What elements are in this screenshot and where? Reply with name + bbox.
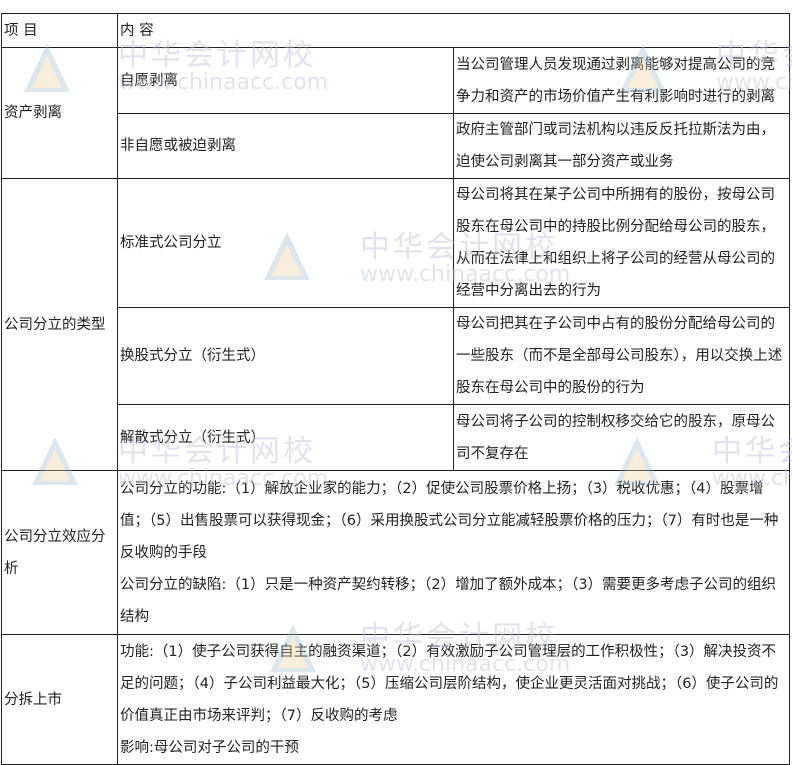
row-label: 分拆上市 — [1, 634, 118, 765]
sub-type: 自愿剥离 — [117, 47, 454, 114]
row-label: 公司分立效应分析 — [1, 470, 118, 635]
table-row: 换股式分立（衍生式） 母公司把其在子公司中占有的股份分配给母公司的一些股东（而不… — [2, 307, 790, 405]
header-content: 内 容 — [117, 13, 790, 48]
table-row: 公司分立效应分析 公司分立的功能:（1）解放企业家的能力；（2）促使公司股票价格… — [1, 470, 790, 635]
table-row: 分拆上市 功能:（1）使子公司获得自主的融资渠道；（2）有效激励子公司管理层的工… — [1, 634, 790, 765]
sub-type: 标准式公司分立 — [117, 178, 454, 308]
sub-content: 母公司将子公司的控制权移交给它的股东，原母公司不复存在 — [453, 404, 790, 471]
table-row: 非自愿或被迫剥离 政府主管部门或司法机构以违反反托拉斯法为由，迫使公司剥离其一部… — [2, 113, 790, 179]
functions-text: 公司分立的功能:（1）解放企业家的能力；（2）促使公司股票价格上扬；（3）税收优… — [120, 480, 779, 561]
sub-content: 政府主管部门或司法机构以违反反托拉斯法为由，迫使公司剥离其一部分资产或业务 — [453, 113, 790, 179]
row-label: 资产剥离 — [1, 47, 118, 179]
sub-type: 解散式分立（衍生式） — [117, 404, 454, 471]
header-row: 项 目 内 容 — [1, 13, 790, 48]
content-table: 项 目 内 容 资产剥离 自愿剥离 当公司管理人员发现通过剥离能够对提高公司的竞… — [1, 13, 790, 765]
header-item: 项 目 — [1, 13, 118, 48]
sub-content: 母公司将其在某子公司中所拥有的股份，按母公司股东在母公司中的持股比例分配给母公司… — [453, 178, 790, 308]
sub-type: 换股式分立（衍生式） — [117, 307, 454, 405]
row-content: 公司分立的功能:（1）解放企业家的能力；（2）促使公司股票价格上扬；（3）税收优… — [117, 470, 790, 635]
table-row: 资产剥离 自愿剥离 当公司管理人员发现通过剥离能够对提高公司的竞争力和资产的市场… — [1, 47, 790, 179]
sub-type: 非自愿或被迫剥离 — [117, 113, 454, 179]
drawbacks-text: 公司分立的缺陷:（1）只是一种资产契约转移；（2）增加了额外成本；（3）需要更多… — [120, 576, 777, 625]
table-row: 解散式分立（衍生式） 母公司将子公司的控制权移交给它的股东，原母公司不复存在 — [2, 404, 790, 471]
sub-content: 当公司管理人员发现通过剥离能够对提高公司的竞争力和资产的市场价值产生有利影响时进… — [453, 47, 790, 114]
functions-text: 功能:（1）使子公司获得自主的融资渠道；（2）有效激励子公司管理层的工作积极性；… — [120, 643, 779, 724]
row-content: 功能:（1）使子公司获得自主的融资渠道；（2）有效激励子公司管理层的工作积极性；… — [117, 634, 790, 765]
impact-text: 影响:母公司对子公司的干预 — [120, 739, 299, 756]
row-label: 公司分立的类型 — [1, 178, 118, 471]
sub-content: 母公司把其在子公司中占有的股份分配给母公司的一些股东（而不是全部母公司股东），用… — [453, 307, 790, 405]
table-row: 公司分立的类型 标准式公司分立 母公司将其在某子公司中所拥有的股份，按母公司股东… — [1, 178, 790, 471]
